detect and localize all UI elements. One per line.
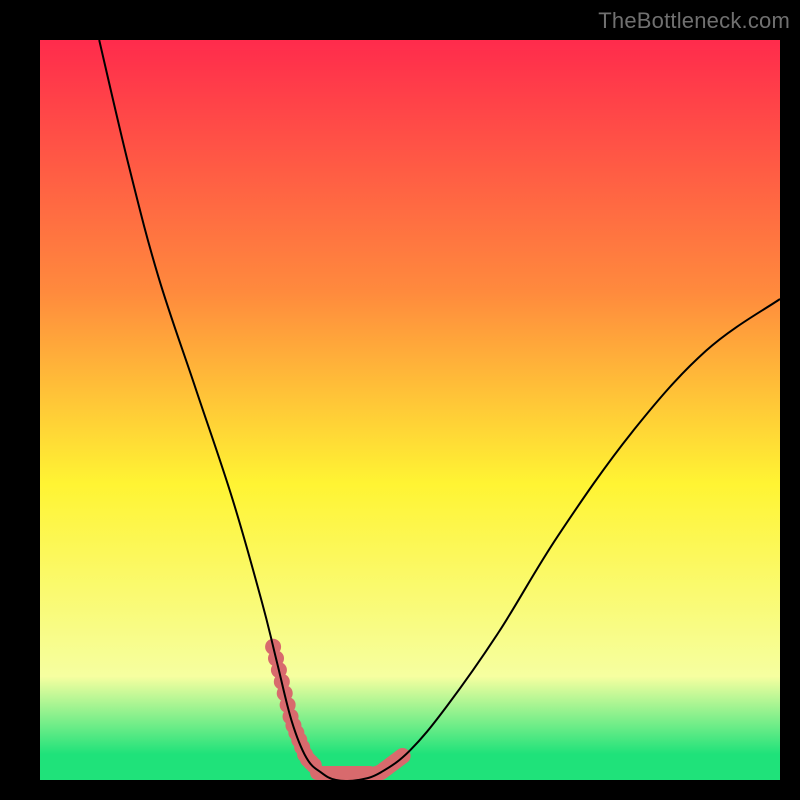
heat-gradient-background <box>40 40 780 780</box>
plot-area <box>40 40 780 780</box>
gradient-rect <box>40 40 780 780</box>
attribution-watermark: TheBottleneck.com <box>598 8 790 34</box>
